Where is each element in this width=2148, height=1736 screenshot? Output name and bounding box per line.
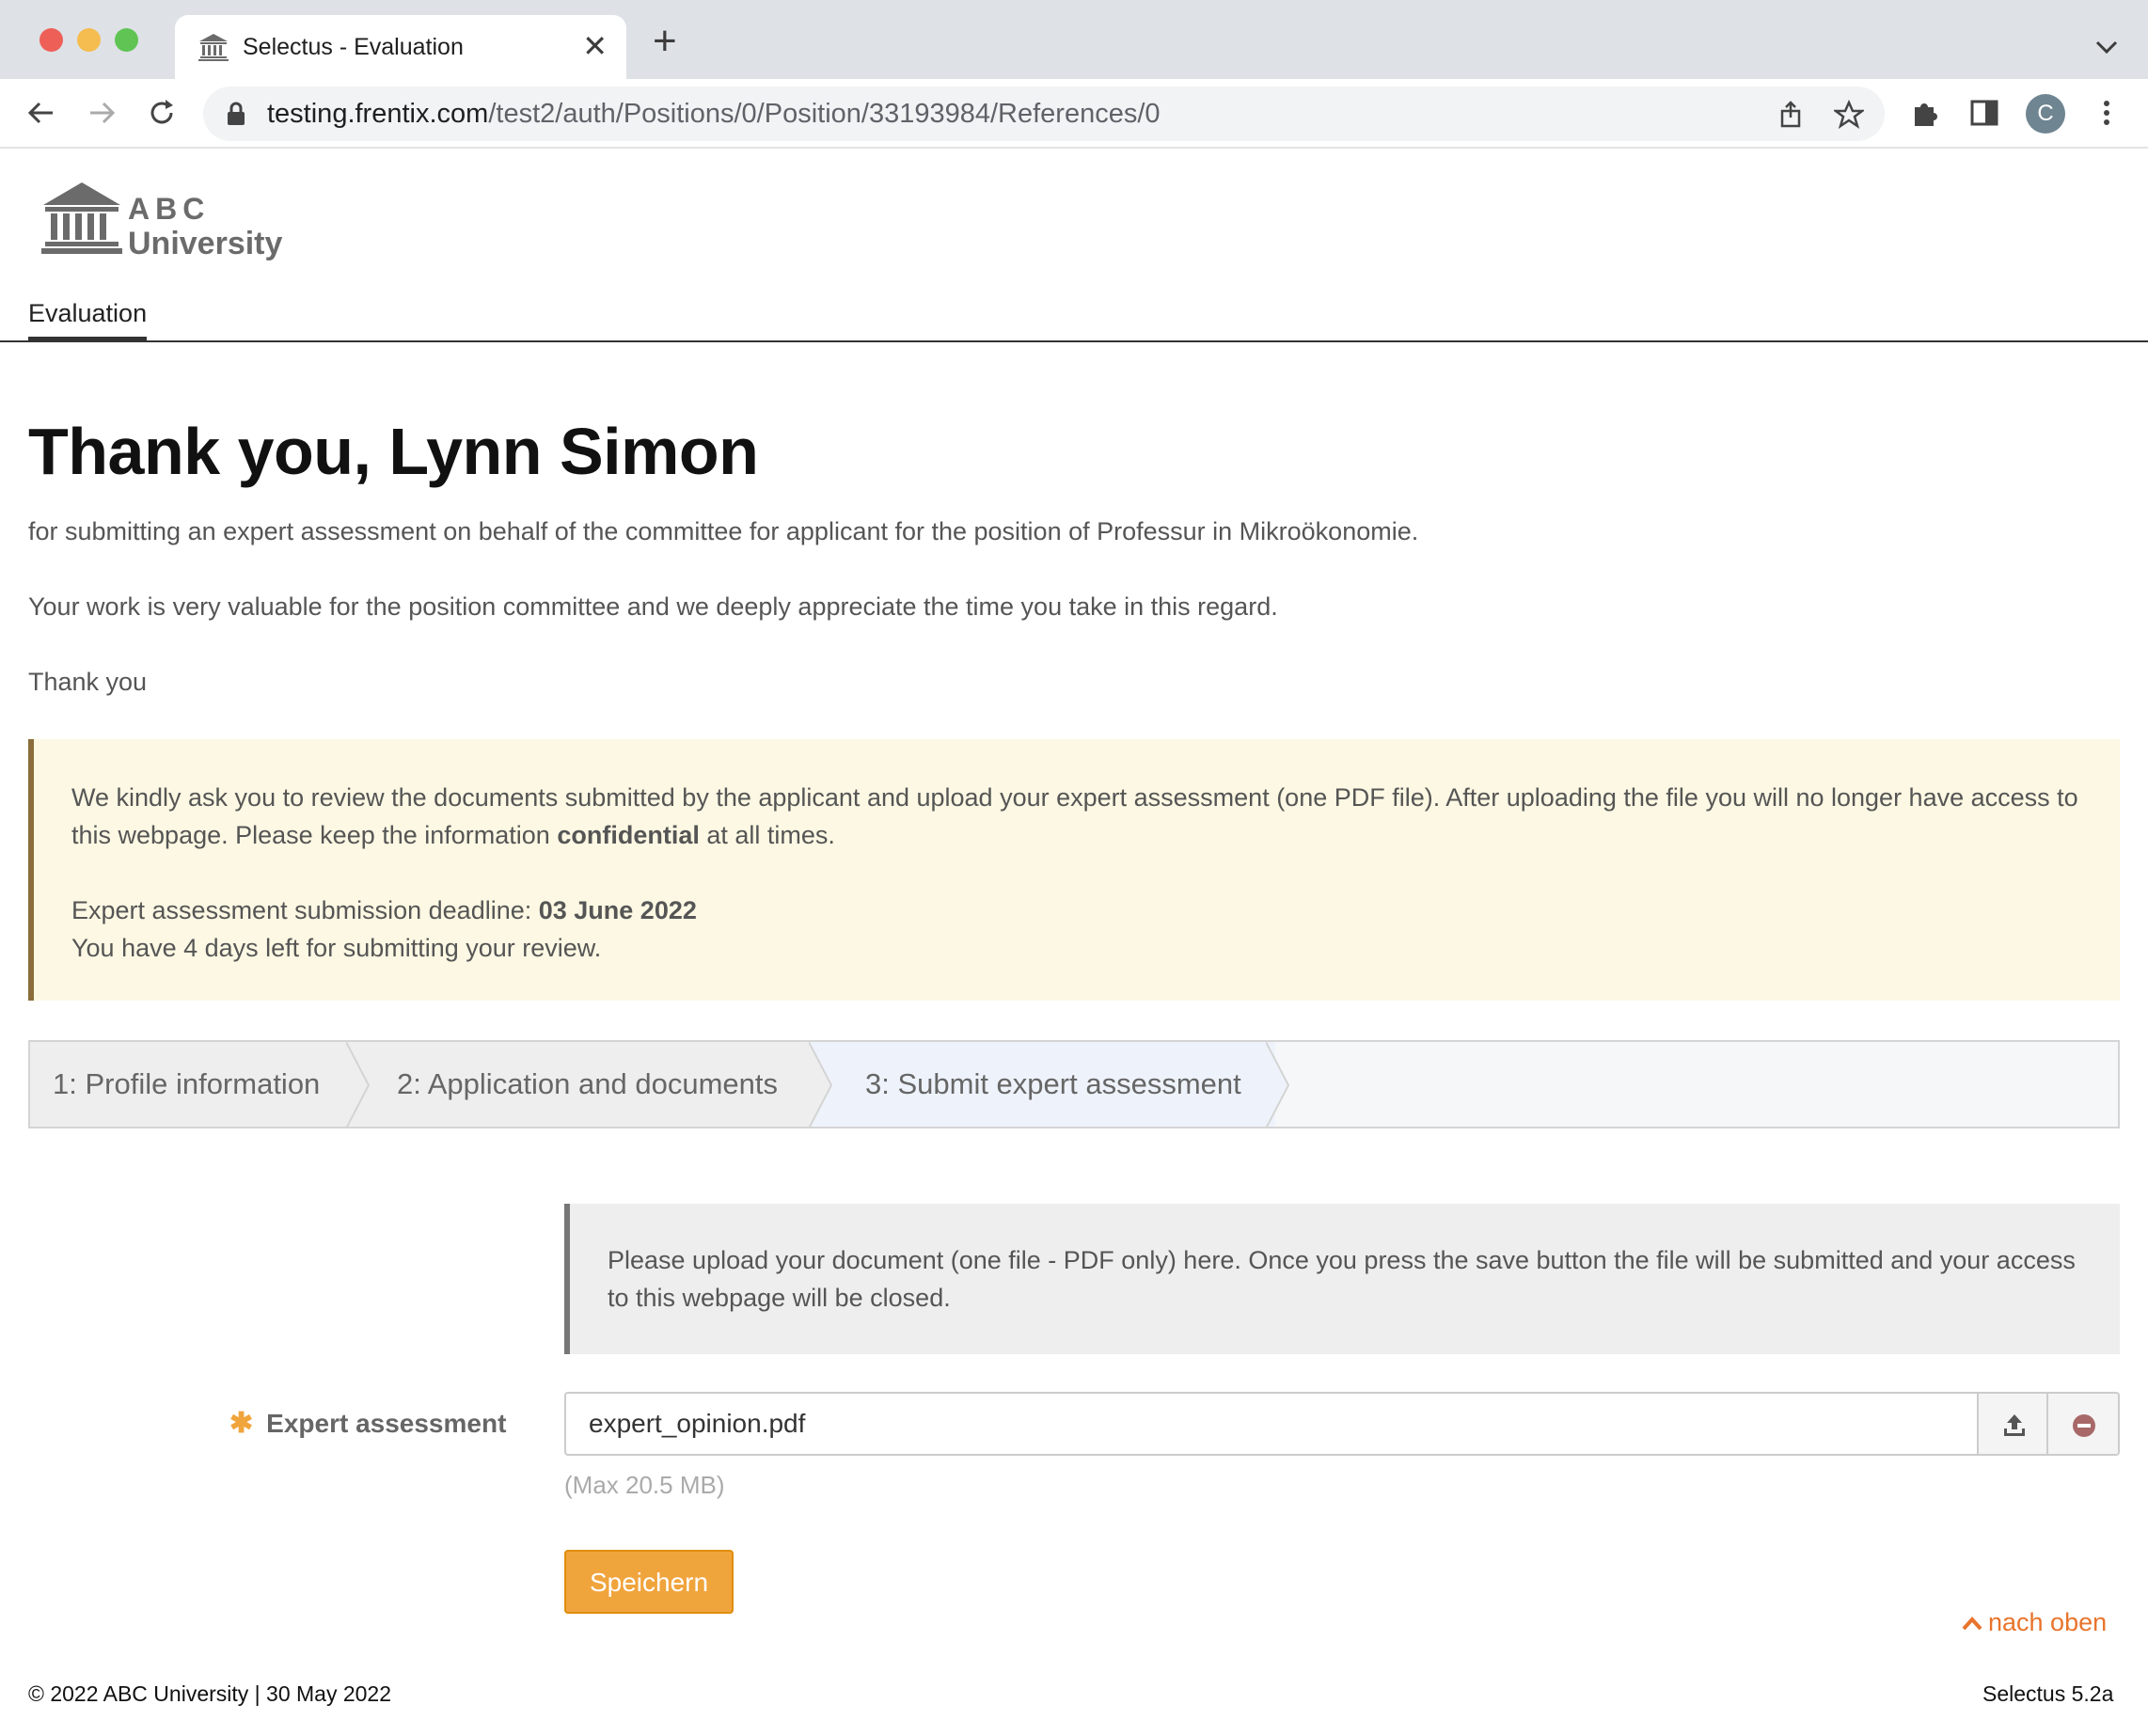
instructions-notice: We kindly ask you to review the document…	[28, 739, 2120, 1001]
remove-circle-icon	[2073, 1414, 2095, 1437]
minimize-window-button[interactable]	[77, 28, 101, 52]
footer-version: Selectus 5.2a	[1982, 1681, 2114, 1706]
maximize-window-button[interactable]	[115, 28, 138, 52]
wizard-steps: 1: Profile information 2: Application an…	[28, 1040, 2120, 1128]
university-favicon-icon	[198, 34, 229, 61]
page-content: ABC University Evaluation Thank you, Lyn…	[0, 149, 2148, 1736]
logo-text-university: University	[128, 226, 283, 261]
file-size-hint: (Max 20.5 MB)	[564, 1471, 725, 1499]
browser-chrome: Selectus - Evaluation ✕ + testing.frenti…	[0, 0, 2148, 149]
tab-close-icon[interactable]: ✕	[582, 30, 608, 62]
upload-icon	[2004, 1414, 2025, 1436]
upload-file-button[interactable]	[1977, 1392, 2048, 1456]
new-tab-button[interactable]: +	[653, 21, 677, 62]
days-left-text: You have 4 days left for submitting your…	[71, 934, 602, 962]
expert-assessment-label: ✱ Expert assessment	[229, 1408, 507, 1439]
upload-instructions: Please upload your document (one file - …	[564, 1204, 2120, 1354]
step-submit-assessment[interactable]: 3: Submit expert assessment	[820, 1042, 1275, 1127]
tab-search-chevron-icon[interactable]	[2088, 28, 2125, 66]
step-application-documents[interactable]: 2: Application and documents	[357, 1042, 820, 1127]
intro-text: for submitting an expert assessment on b…	[28, 517, 1419, 545]
side-panel-icon[interactable]	[1967, 96, 2001, 130]
chevron-up-icon	[1962, 1617, 1982, 1631]
save-button[interactable]: Speichern	[564, 1550, 734, 1614]
step-separator-icon	[1266, 1042, 1290, 1127]
lock-icon[interactable]	[224, 100, 248, 128]
thank-you-text: Thank you	[28, 668, 148, 696]
url-text: testing.frentix.com/test2/auth/Positions…	[267, 99, 1161, 129]
required-asterisk-icon: ✱	[229, 1408, 254, 1439]
appreciation-text: Your work is very valuable for the posit…	[28, 592, 1278, 621]
tab-title: Selectus - Evaluation	[243, 34, 464, 60]
nav-divider	[0, 340, 2148, 342]
back-arrow-icon[interactable]	[23, 94, 60, 132]
address-bar[interactable]: testing.frentix.com/test2/auth/Positions…	[203, 87, 1885, 141]
step-separator-icon	[809, 1042, 833, 1127]
file-name-field[interactable]: expert_opinion.pdf	[564, 1392, 1979, 1456]
profile-avatar[interactable]: C	[2026, 94, 2065, 134]
back-to-top-link[interactable]: nach oben	[1962, 1606, 2107, 1638]
remove-file-button[interactable]	[2048, 1392, 2120, 1456]
forward-arrow-icon[interactable]	[83, 94, 120, 132]
extensions-icon[interactable]	[1909, 96, 1943, 130]
step-separator-icon	[346, 1042, 371, 1127]
logo-text-abc: ABC	[128, 192, 211, 226]
kebab-menu-icon[interactable]	[2090, 96, 2124, 130]
close-window-button[interactable]	[39, 28, 63, 52]
browser-tab[interactable]: Selectus - Evaluation ✕	[175, 15, 626, 79]
browser-toolbar: testing.frentix.com/test2/auth/Positions…	[0, 79, 2148, 149]
instructions-text: We kindly ask you to review the document…	[71, 783, 2078, 849]
university-logo[interactable]: ABC University	[41, 182, 282, 267]
nav-tab-evaluation[interactable]: Evaluation	[28, 297, 148, 342]
university-building-icon	[41, 182, 122, 254]
star-icon[interactable]	[1834, 100, 1864, 130]
step-profile-information[interactable]: 1: Profile information	[30, 1042, 357, 1127]
footer-copyright: © 2022 ABC University | 30 May 2022	[28, 1681, 392, 1706]
share-icon[interactable]	[1776, 100, 1806, 130]
reload-icon[interactable]	[143, 94, 181, 132]
deadline-text: Expert assessment submission deadline: 0…	[71, 896, 697, 924]
page-title: Thank you, Lynn Simon	[28, 415, 759, 488]
